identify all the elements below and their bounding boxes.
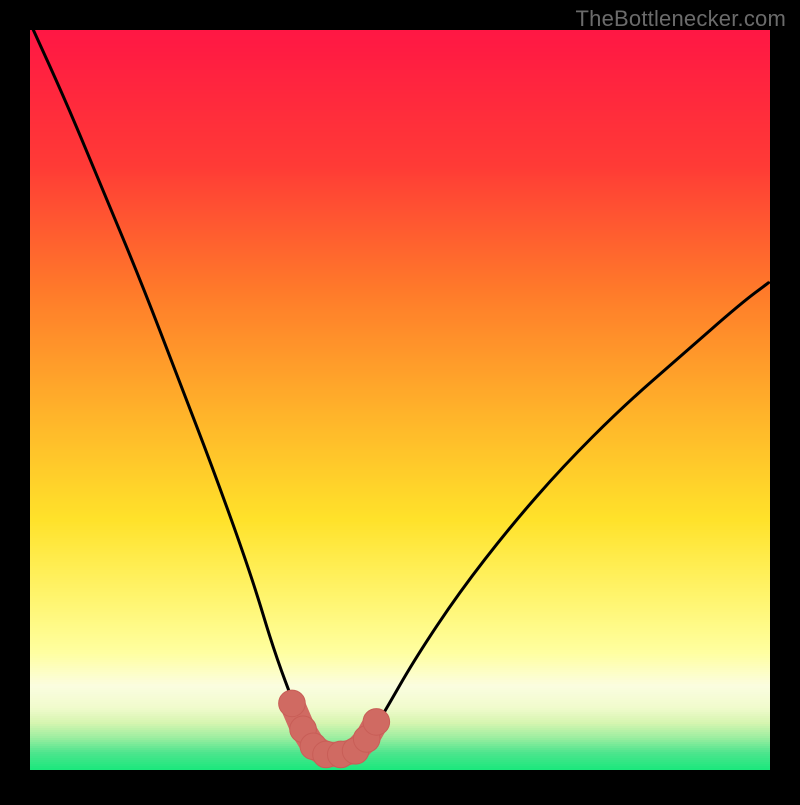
trough-marker xyxy=(363,709,390,736)
bottleneck-chart xyxy=(0,0,800,800)
gradient-background xyxy=(30,30,770,771)
chart-frame: TheBottlenecker.com xyxy=(0,0,800,800)
trough-marker xyxy=(279,690,306,717)
watermark-text: TheBottlenecker.com xyxy=(576,6,786,32)
